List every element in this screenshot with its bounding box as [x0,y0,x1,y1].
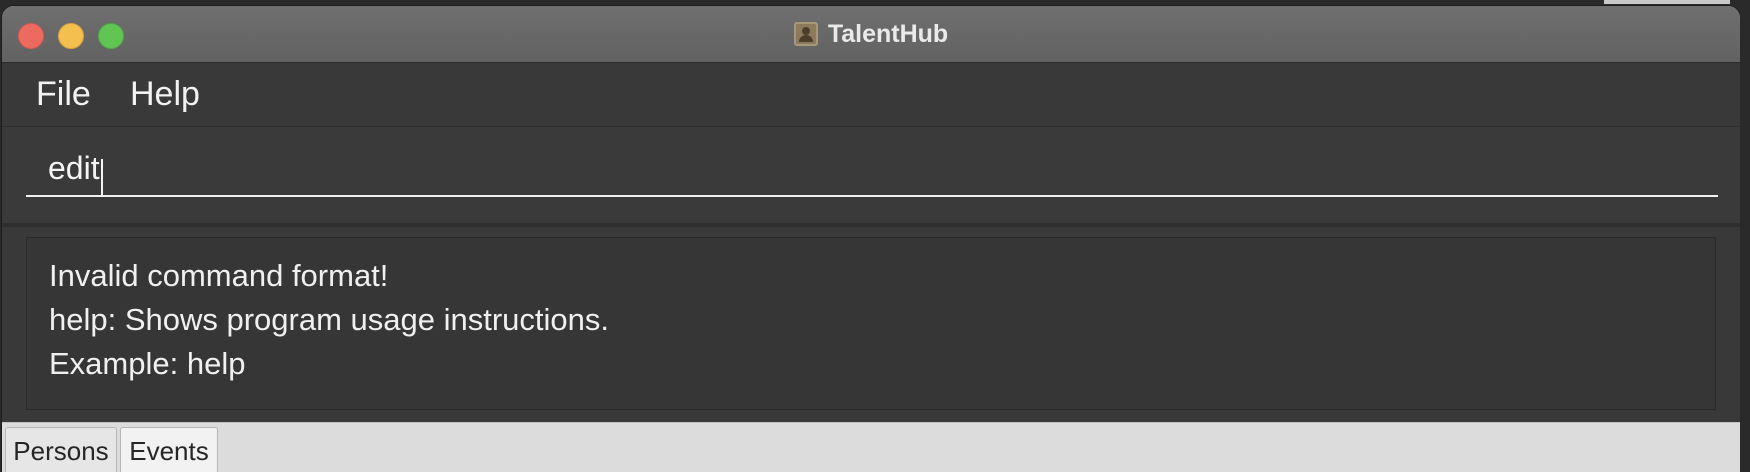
tab-events[interactable]: Events [120,427,218,472]
app-icon-body [798,35,813,42]
result-display: Invalid command format! help: Shows prog… [26,237,1716,410]
menu-file[interactable]: File [36,75,91,114]
menu-bar: File Help [2,63,1740,127]
result-line-example: Example: help [49,346,246,381]
window-title-group: TalentHub [2,6,1740,62]
result-line-error: Invalid command format! [49,258,389,293]
background-window-edge [1604,0,1730,4]
app-contact-icon [793,22,818,46]
command-box [2,127,1740,227]
result-line-usage: help: Shows program usage instructions. [49,302,610,337]
result-display-panel: Invalid command format! help: Shows prog… [2,227,1740,427]
app-icon-head [801,27,810,35]
desktop-edge [1740,0,1750,472]
title-bar[interactable]: TalentHub [2,6,1740,63]
command-input[interactable] [26,141,1718,197]
text-caret [100,159,103,197]
tab-persons[interactable]: Persons [5,427,117,472]
menu-help[interactable]: Help [130,75,200,114]
app-window: TalentHub File Help Invalid command form… [2,6,1740,472]
tab-bar: Persons Events [2,422,1740,472]
window-title: TalentHub [827,19,949,48]
